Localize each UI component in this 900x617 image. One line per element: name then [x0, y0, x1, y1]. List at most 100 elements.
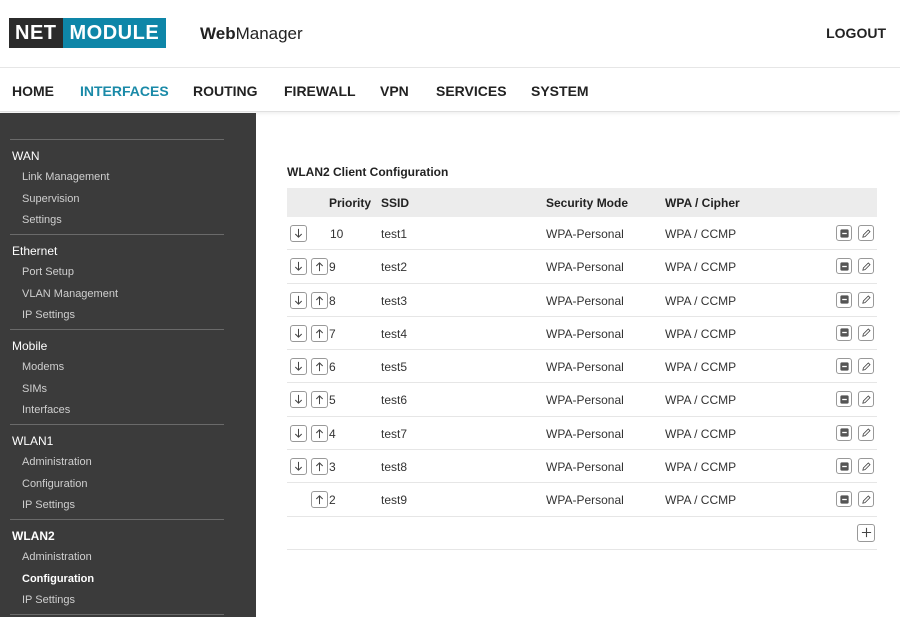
nav-firewall[interactable]: FIREWALL — [284, 83, 356, 99]
edit-button[interactable] — [858, 491, 874, 508]
sidebar-item-wlan2-administration[interactable]: Administration — [22, 551, 92, 563]
sidebar-item-sims[interactable]: SIMs — [22, 383, 47, 395]
sidebar-item-modems[interactable]: Modems — [22, 361, 64, 373]
sidebar-divider — [10, 329, 224, 330]
move-up-button[interactable] — [311, 391, 328, 409]
cell-ssid: test4 — [381, 326, 408, 341]
edit-button[interactable] — [858, 291, 874, 308]
sidebar-group-wan[interactable]: WAN — [12, 149, 40, 163]
delete-button[interactable] — [836, 491, 852, 508]
arrow-down-icon — [294, 395, 303, 405]
sidebar-item-wan-settings[interactable]: Settings — [22, 214, 62, 226]
sidebar-divider — [10, 234, 224, 235]
netmodule-logo: NET MODULE — [9, 18, 167, 48]
delete-button[interactable] — [836, 424, 852, 441]
nav-interfaces[interactable]: INTERFACES — [80, 83, 169, 99]
sidebar-item-port-setup[interactable]: Port Setup — [22, 266, 74, 278]
move-down-button[interactable] — [290, 324, 307, 342]
edit-button[interactable] — [858, 358, 874, 375]
nav-routing[interactable]: ROUTING — [193, 83, 258, 99]
move-down-button[interactable] — [290, 391, 307, 409]
sidebar-item-ethernet-ip-settings[interactable]: IP Settings — [22, 309, 75, 321]
cell-ssid: test8 — [381, 460, 408, 475]
delete-button[interactable] — [836, 258, 852, 275]
sidebar-group-mobile[interactable]: Mobile — [12, 339, 47, 353]
delete-button[interactable] — [836, 458, 852, 475]
nav-vpn[interactable]: VPN — [380, 83, 409, 99]
arrow-up-icon — [315, 462, 324, 472]
cell-security-mode: WPA-Personal — [546, 326, 624, 341]
cell-wpa-cipher: WPA / CCMP — [665, 227, 737, 241]
move-up-button[interactable] — [311, 258, 328, 276]
cell-wpa-cipher: WPA / CCMP — [665, 293, 737, 308]
pencil-icon — [861, 228, 871, 238]
move-down-button[interactable] — [290, 358, 307, 376]
sidebar-group-wlan2[interactable]: WLAN2 — [12, 529, 55, 543]
sidebar-item-mobile-interfaces[interactable]: Interfaces — [22, 404, 70, 416]
delete-button[interactable] — [836, 324, 852, 341]
move-up-button[interactable] — [311, 458, 328, 476]
move-down-button[interactable] — [290, 424, 307, 442]
arrow-up-icon — [315, 428, 324, 438]
sidebar-item-wlan2-configuration[interactable]: Configuration — [22, 573, 94, 585]
sidebar-item-link-management[interactable]: Link Management — [22, 171, 109, 183]
move-up-button[interactable] — [311, 424, 328, 442]
cell-security-mode: WPA-Personal — [546, 360, 624, 375]
move-up-button[interactable] — [311, 291, 328, 309]
sidebar-divider — [10, 424, 224, 425]
edit-button[interactable] — [858, 324, 874, 341]
sidebar-group-ethernet[interactable]: Ethernet — [12, 244, 57, 258]
sidebar-item-supervision[interactable]: Supervision — [22, 193, 79, 205]
cell-priority: 9 — [329, 260, 336, 275]
delete-button[interactable] — [836, 358, 852, 375]
nav-system[interactable]: SYSTEM — [531, 83, 589, 99]
edit-button[interactable] — [858, 458, 874, 475]
cell-wpa-cipher: WPA / CCMP — [665, 460, 737, 475]
move-down-button[interactable] — [290, 458, 307, 476]
edit-button[interactable] — [858, 424, 874, 441]
delete-button[interactable] — [836, 225, 852, 241]
table-row: 6 test5 WPA-Personal WPA / CCMP — [287, 350, 877, 384]
move-down-button[interactable] — [290, 258, 307, 276]
edit-button[interactable] — [858, 225, 874, 241]
sidebar-item-wlan1-administration[interactable]: Administration — [22, 456, 92, 468]
delete-button[interactable] — [836, 391, 852, 408]
edit-button[interactable] — [858, 391, 874, 408]
sidebar: WAN Link Management Supervision Settings… — [0, 113, 256, 617]
nav-home[interactable]: HOME — [12, 83, 54, 99]
pencil-icon — [861, 462, 871, 471]
sidebar-item-vlan-management[interactable]: VLAN Management — [22, 288, 118, 300]
edit-button[interactable] — [858, 258, 874, 275]
sidebar-item-wlan2-ip-settings[interactable]: IP Settings — [22, 594, 75, 606]
move-up-button[interactable] — [311, 358, 328, 376]
arrow-up-icon — [315, 295, 324, 305]
cell-wpa-cipher: WPA / CCMP — [665, 260, 737, 275]
minus-icon — [839, 395, 849, 404]
sidebar-item-wlan1-ip-settings[interactable]: IP Settings — [22, 499, 75, 511]
pencil-icon — [861, 495, 871, 504]
arrow-up-icon — [315, 262, 324, 272]
minus-icon — [839, 362, 849, 371]
cell-security-mode: WPA-Personal — [546, 460, 624, 475]
move-up-button[interactable] — [311, 491, 328, 509]
add-client-button[interactable] — [857, 523, 875, 542]
pencil-icon — [861, 362, 871, 371]
nav-services[interactable]: SERVICES — [436, 83, 507, 99]
minus-icon — [839, 295, 849, 304]
move-up-button[interactable] — [311, 324, 328, 342]
cell-priority: 4 — [329, 426, 336, 441]
delete-button[interactable] — [836, 291, 852, 308]
move-down-button[interactable] — [290, 225, 307, 242]
arrow-down-icon — [294, 328, 303, 338]
cell-wpa-cipher: WPA / CCMP — [665, 326, 737, 341]
pencil-icon — [861, 262, 871, 271]
sidebar-group-wlan1[interactable]: WLAN1 — [12, 434, 53, 448]
sidebar-item-wlan1-configuration[interactable]: Configuration — [22, 478, 87, 490]
pencil-icon — [861, 328, 871, 338]
cell-security-mode: WPA-Personal — [546, 293, 624, 308]
cell-ssid: test7 — [381, 426, 408, 441]
minus-icon — [839, 262, 849, 271]
move-down-button[interactable] — [290, 291, 307, 309]
cell-wpa-cipher: WPA / CCMP — [665, 426, 737, 441]
logout-link[interactable]: LOGOUT — [826, 25, 886, 41]
